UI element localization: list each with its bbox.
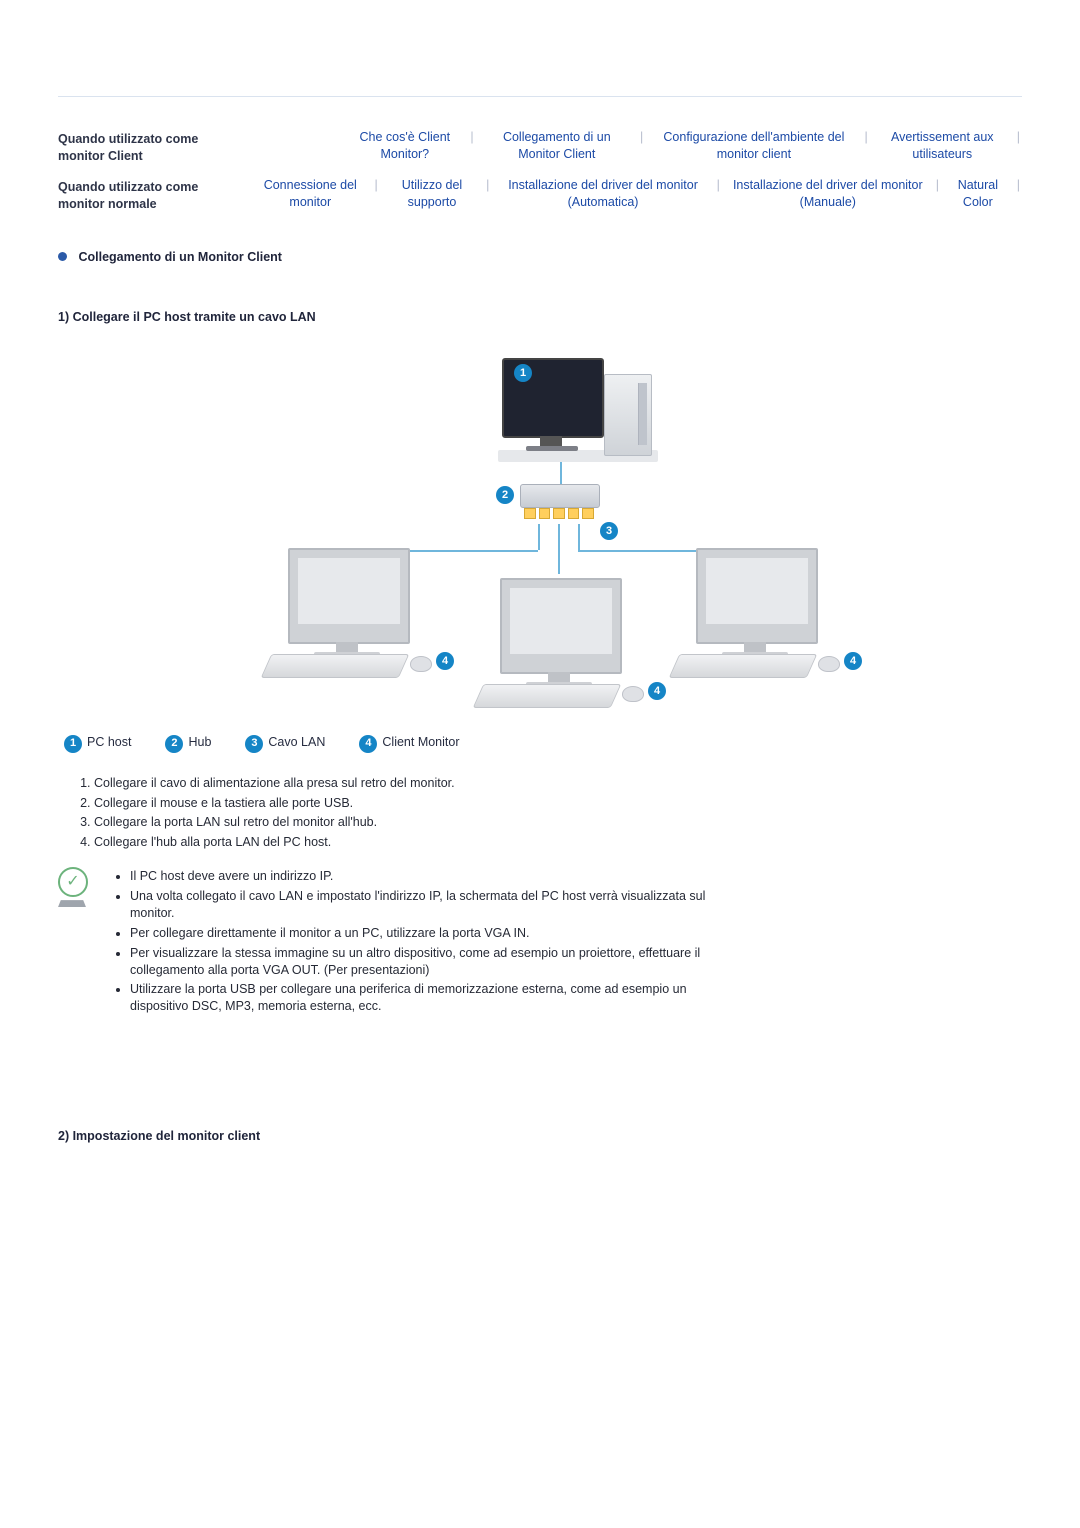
nav-link-connecting[interactable]: Collegamento di un Monitor Client <box>476 127 638 165</box>
legend-badge-1: 1 <box>64 735 82 753</box>
legend-badge-3: 3 <box>245 735 263 753</box>
nav-link-stand[interactable]: Utilizzo del supporto <box>380 175 484 213</box>
list-item: Per visualizzare la stessa immagine su u… <box>130 945 710 979</box>
nav-separator: | <box>373 175 380 196</box>
nav-separator: | <box>863 127 870 148</box>
list-item: Una volta collegato il cavo LAN e impost… <box>130 888 710 922</box>
nav-separator: | <box>1015 127 1022 148</box>
list-item: Il PC host deve avere un indirizzo IP. <box>130 868 710 885</box>
callout-4-icon: 4 <box>648 682 666 700</box>
list-item: Collegare il cavo di alimentazione alla … <box>94 775 1022 792</box>
legend-badge-4: 4 <box>359 735 377 753</box>
callout-2-icon: 2 <box>496 486 514 504</box>
callout-3-icon: 3 <box>600 522 618 540</box>
callout-4-icon: 4 <box>844 652 862 670</box>
nav-link-env-config[interactable]: Configurazione dell'ambiente del monitor… <box>645 127 862 165</box>
list-item: Collegare il mouse e la tastiera alle po… <box>94 795 1022 812</box>
nav-link-monitor-conn[interactable]: Connessione del monitor <box>248 175 373 213</box>
note-block: ✓ Il PC host deve avere un indirizzo IP.… <box>58 865 1022 1018</box>
check-note-icon: ✓ <box>58 865 92 907</box>
nav-label-client: Quando utilizzato come monitor Client <box>58 127 240 165</box>
list-item: Collegare la porta LAN sul retro del mon… <box>94 814 1022 831</box>
nav-link-driver-auto[interactable]: Installazione del driver del monitor (Au… <box>491 175 714 213</box>
list-item: Utilizzare la porta USB per collegare un… <box>130 981 710 1015</box>
section-title: Collegamento di un Monitor Client <box>78 250 281 264</box>
nav-link-natural-color[interactable]: Natural Color <box>941 175 1015 213</box>
legend-label-3: Cavo LAN <box>268 735 325 749</box>
header-spacer <box>58 0 1022 97</box>
nav-link-what-is[interactable]: Che cos'è Client Monitor? <box>341 127 468 165</box>
nav-link-warning[interactable]: Avertissement aux utilisateurs <box>870 127 1015 165</box>
steps-list: Collegare il cavo di alimentazione alla … <box>58 775 1022 852</box>
legend-badge-2: 2 <box>165 735 183 753</box>
diagram-legend: 1 PC host 2 Hub 3 Cavo LAN 4 Client Monitor <box>64 734 1022 752</box>
legend-label-1: PC host <box>87 735 131 749</box>
nav-separator: | <box>468 127 475 148</box>
legend-label-4: Client Monitor <box>382 735 459 749</box>
nav-separator: | <box>934 175 941 196</box>
connection-diagram: 1 2 3 <box>220 352 860 722</box>
nav-separator: | <box>638 127 645 148</box>
subtitle-1: 1) Collegare il PC host tramite un cavo … <box>58 309 1022 326</box>
nav-row-client: Quando utilizzato come monitor Client Ch… <box>58 127 1022 165</box>
list-item: Per collegare direttamente il monitor a … <box>130 925 710 942</box>
list-item: Collegare l'hub alla porta LAN del PC ho… <box>94 834 1022 851</box>
nav-label-normal: Quando utilizzato come monitor normale <box>58 175 240 213</box>
bullet-icon <box>58 252 67 261</box>
nav-separator: | <box>484 175 491 196</box>
nav-separator: | <box>1015 175 1022 196</box>
nav-separator: | <box>715 175 722 196</box>
nav-row-normal: Quando utilizzato come monitor normale C… <box>58 175 1022 213</box>
subtitle-2: 2) Impostazione del monitor client <box>58 1128 1022 1145</box>
legend-label-2: Hub <box>188 735 211 749</box>
nav-link-driver-manual[interactable]: Installazione del driver del monitor (Ma… <box>722 175 934 213</box>
callout-4-icon: 4 <box>436 652 454 670</box>
